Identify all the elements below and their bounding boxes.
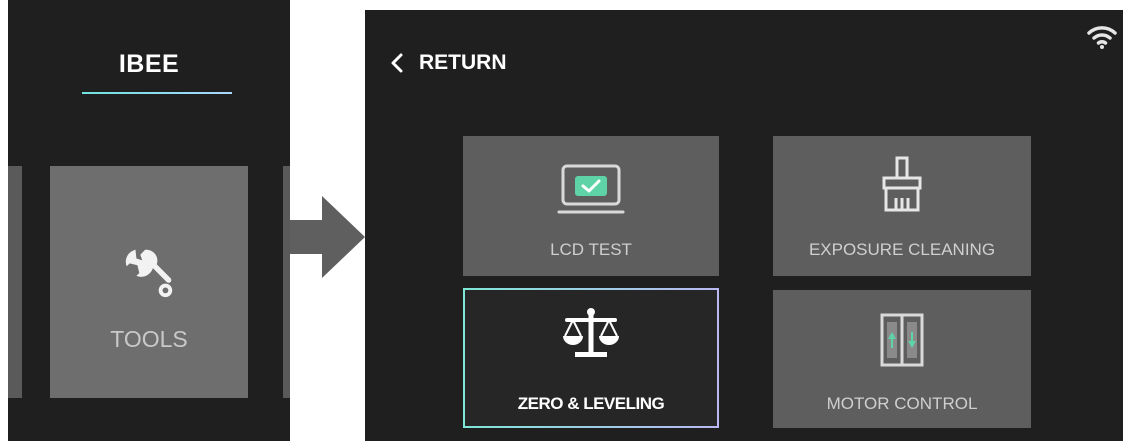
zero-leveling-tile[interactable]: ZERO & LEVELING: [463, 288, 719, 428]
motor-control-label: MOTOR CONTROL: [826, 394, 978, 413]
zero-leveling-label: ZERO & LEVELING: [517, 394, 665, 413]
return-button[interactable]: RETURN: [391, 48, 507, 78]
tools-label: TOOLS: [110, 326, 188, 352]
elevator-arrows-icon: [880, 313, 924, 367]
wrench-icon: [125, 249, 173, 298]
motor-control-tile[interactable]: MOTOR CONTROL: [773, 290, 1031, 428]
brand-title: IBEE: [118, 50, 180, 78]
exposure-cleaning-label: EXPOSURE CLEANING: [808, 240, 996, 259]
tools-screen: RETURN LCD TEST EXPOSURE CLEANING ZERO &…: [365, 10, 1123, 441]
previous-tile-edge[interactable]: [8, 166, 22, 398]
lcd-test-label: LCD TEST: [550, 240, 632, 259]
tools-tile[interactable]: TOOLS: [50, 166, 248, 398]
right-arrow-icon: [290, 196, 365, 278]
chevron-left-icon: [391, 53, 403, 73]
main-menu-screen: IBEE TOOLS: [8, 0, 290, 441]
return-label: RETURN: [419, 51, 507, 74]
lcd-test-tile[interactable]: LCD TEST: [463, 136, 719, 276]
balance-scale-icon: [563, 308, 619, 357]
next-tile-edge[interactable]: [283, 166, 290, 398]
exposure-cleaning-tile[interactable]: EXPOSURE CLEANING: [773, 136, 1031, 276]
brush-icon: [882, 156, 922, 212]
monitor-check-icon: [557, 164, 625, 214]
brand-underline: [82, 92, 232, 94]
wifi-icon: [1087, 26, 1117, 49]
